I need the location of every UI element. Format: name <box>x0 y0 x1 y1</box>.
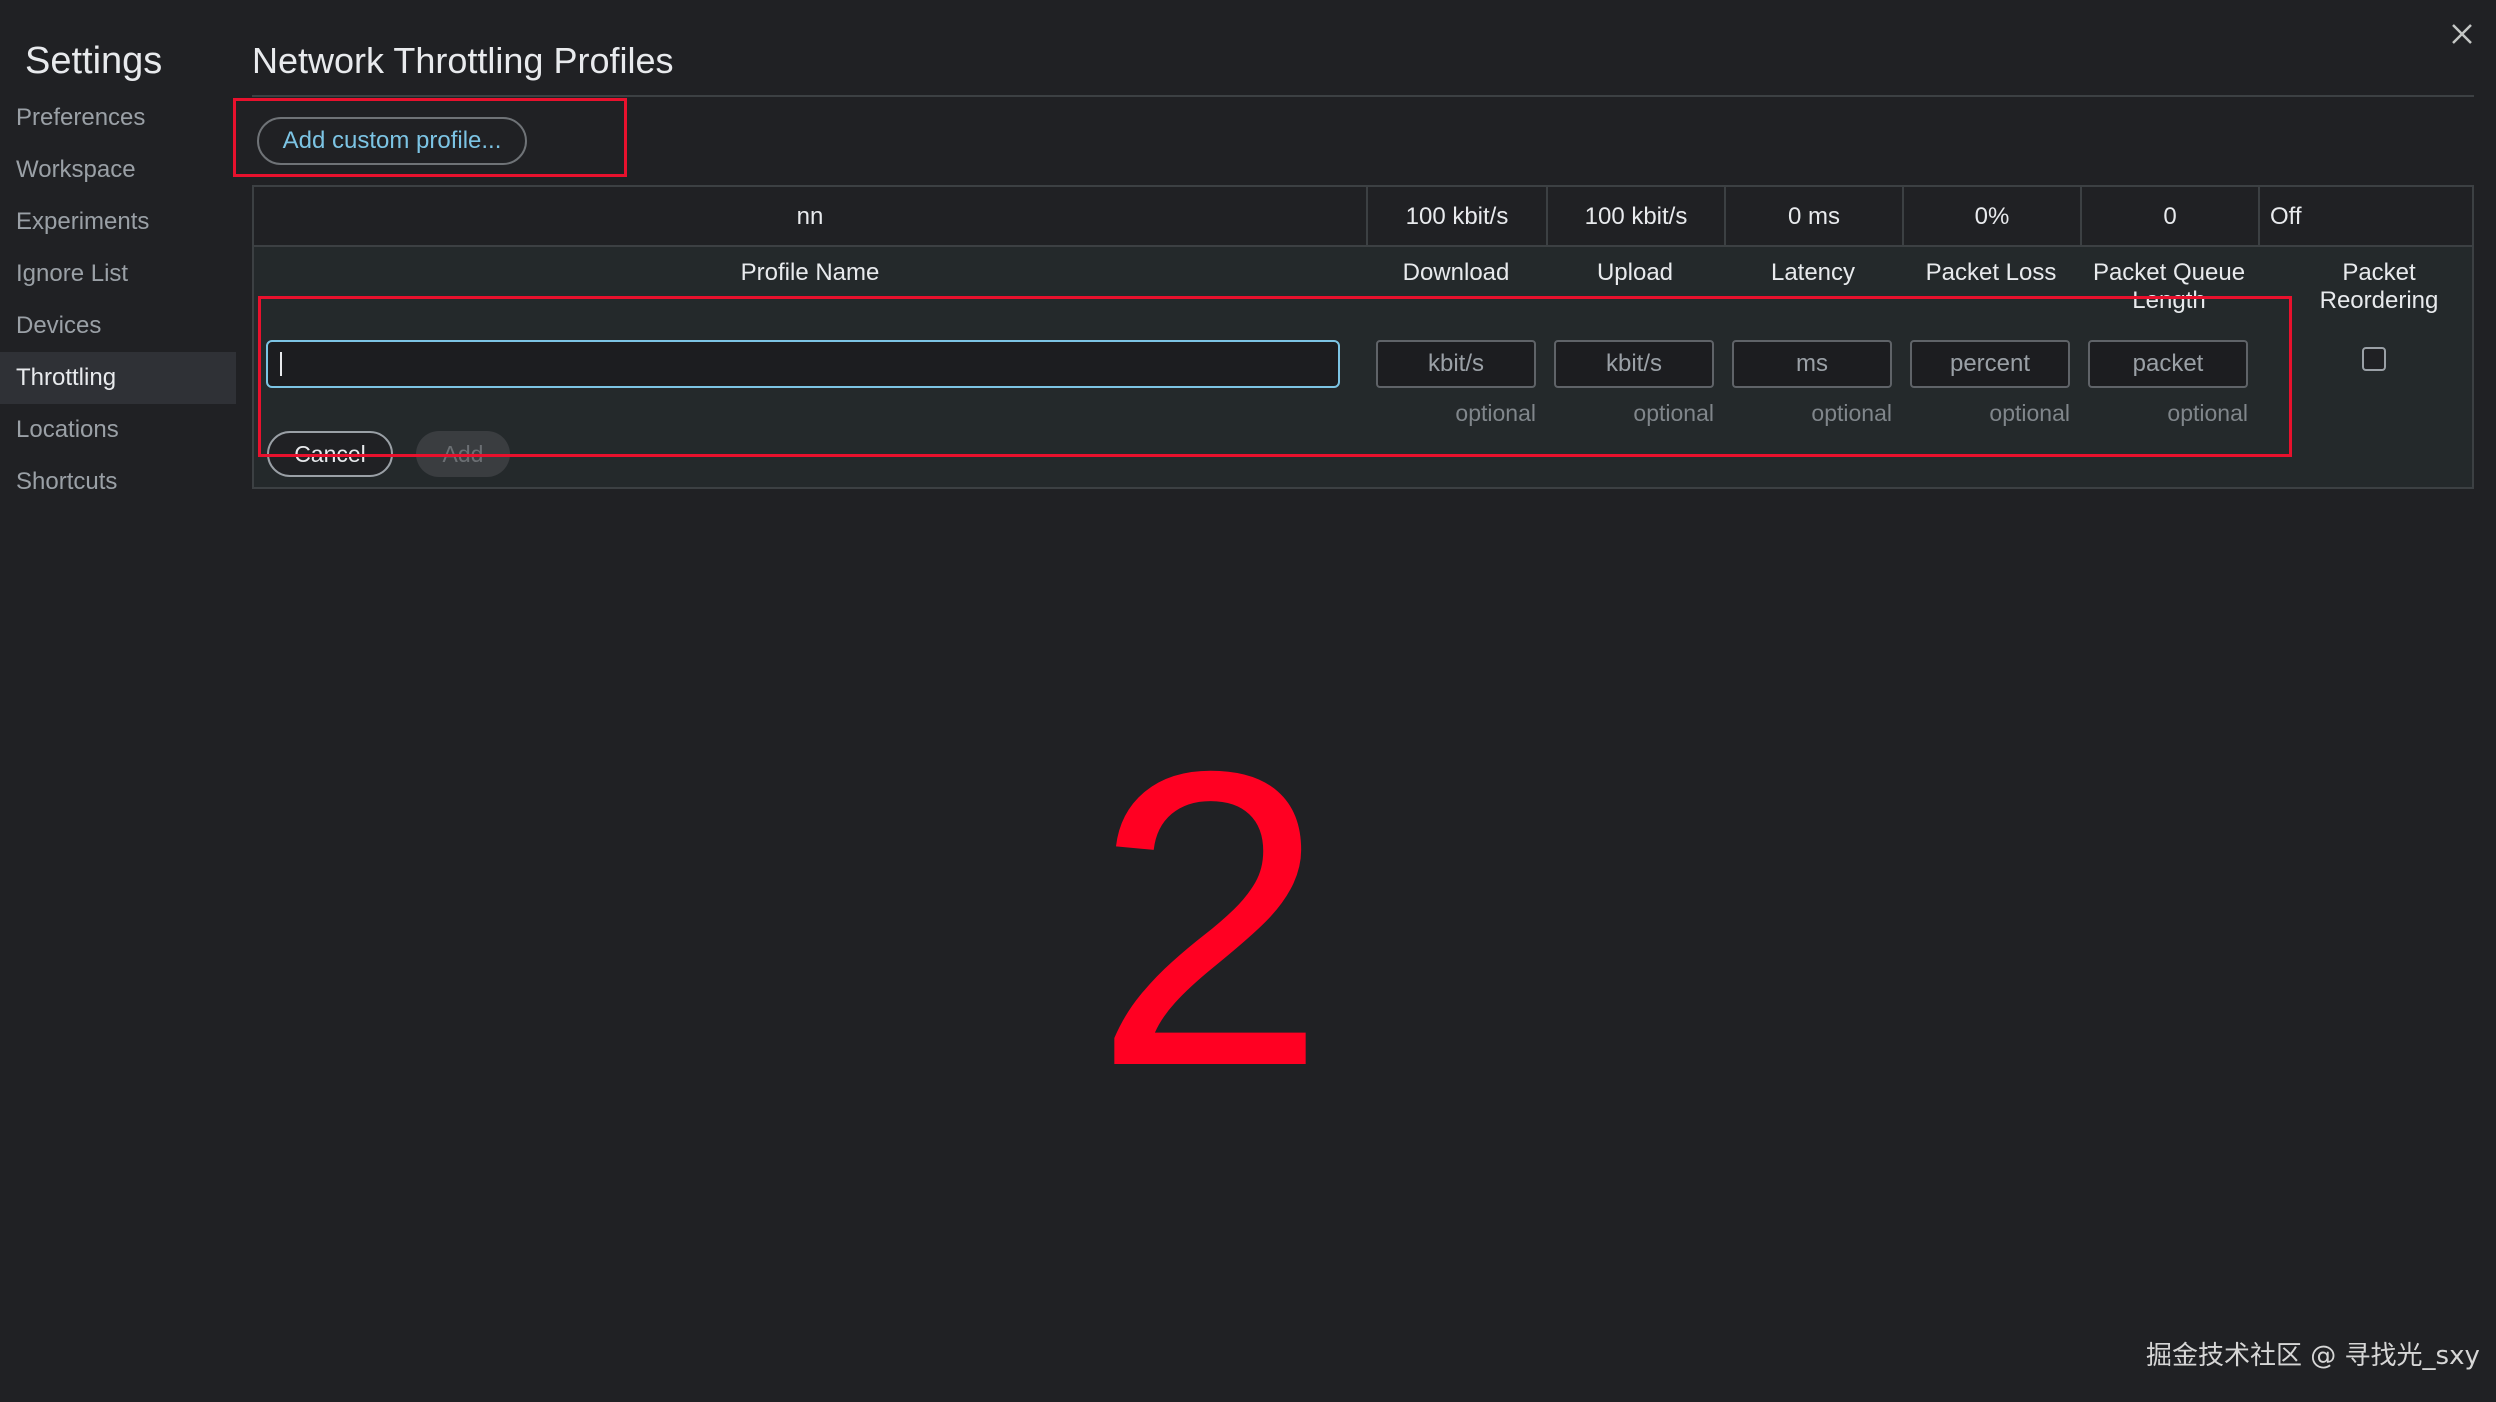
profile-upload-cell: 100 kbit/s <box>1546 187 1724 247</box>
profile-packet-loss-cell: 0% <box>1902 187 2080 247</box>
sidebar-item-preferences[interactable]: Preferences <box>0 92 236 144</box>
page-title: Network Throttling Profiles <box>252 40 674 81</box>
sidebar-item-throttling[interactable]: Throttling <box>0 352 236 404</box>
sidebar-nav: Preferences Workspace Experiments Ignore… <box>0 92 236 508</box>
watermark-text: 掘金技术社区 @ 寻找光_sxy <box>2146 1341 2480 1371</box>
column-header-packet-reordering: Packet Reordering <box>2319 259 2439 314</box>
settings-sidebar: Settings Preferences Workspace Experimen… <box>0 0 236 1402</box>
profile-latency-cell: 0 ms <box>1724 187 1902 247</box>
profile-download-cell: 100 kbit/s <box>1366 187 1546 247</box>
annotation-step-number: 2 <box>1093 685 1327 1154</box>
annotation-highlight-box-editor <box>258 296 2292 457</box>
header-divider <box>252 95 2474 97</box>
sidebar-item-ignore-list[interactable]: Ignore List <box>0 248 236 300</box>
profile-packet-reordering-cell: Off <box>2258 187 2472 247</box>
profile-packet-queue-cell: 0 <box>2080 187 2258 247</box>
annotation-highlight-box <box>233 98 627 177</box>
sidebar-title: Settings <box>25 40 163 82</box>
close-button[interactable] <box>2444 16 2480 52</box>
profile-name-cell: nn <box>796 203 824 230</box>
profile-row[interactable]: nn 100 kbit/s 100 kbit/s 0 ms 0% 0 Off <box>254 187 2472 247</box>
column-header-profile-name: Profile Name <box>740 259 880 286</box>
sidebar-item-experiments[interactable]: Experiments <box>0 196 236 248</box>
sidebar-item-workspace[interactable]: Workspace <box>0 144 236 196</box>
sidebar-item-devices[interactable]: Devices <box>0 300 236 352</box>
column-header-upload: Upload <box>1596 259 1674 286</box>
sidebar-item-locations[interactable]: Locations <box>0 404 236 456</box>
column-header-download: Download <box>1402 259 1510 286</box>
sidebar-item-shortcuts[interactable]: Shortcuts <box>0 456 236 508</box>
settings-window: Settings Preferences Workspace Experimen… <box>0 0 2496 1402</box>
column-header-packet-loss: Packet Loss <box>1925 259 2057 286</box>
close-icon <box>2452 24 2472 44</box>
packet-reordering-checkbox[interactable] <box>2362 347 2386 371</box>
column-header-latency: Latency <box>1770 259 1856 286</box>
